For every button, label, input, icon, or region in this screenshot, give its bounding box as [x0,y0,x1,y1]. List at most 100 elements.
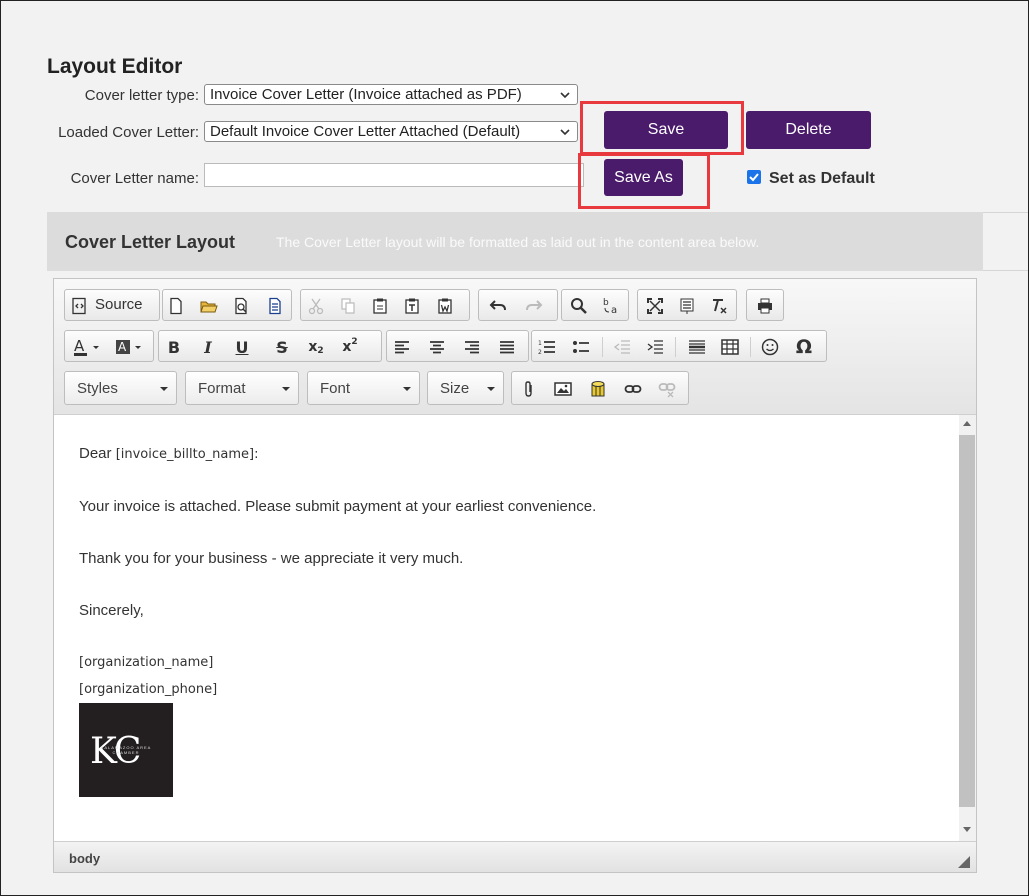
section-title: Cover Letter Layout [65,232,236,252]
scroll-down-arrow-icon[interactable] [963,827,971,832]
outdent-icon[interactable] [611,336,633,358]
cover-letter-type-select[interactable]: Invoice Cover Letter (Invoice attached a… [204,84,578,105]
redo-icon[interactable] [523,295,545,317]
copy-icon[interactable] [337,295,359,317]
signoff-line: Sincerely, [79,602,144,619]
align-right-icon[interactable] [461,336,483,358]
show-blocks-icon[interactable] [676,295,698,317]
loaded-cover-letter-select[interactable]: Default Invoice Cover Letter Attached (D… [204,121,578,142]
organization-phone-token: [organization_phone] [79,682,218,697]
preview-icon[interactable] [231,295,253,317]
print-icon[interactable] [754,295,776,317]
save-as-button[interactable]: Save As [604,159,683,196]
paste-word-icon[interactable] [434,295,456,317]
svg-text:a: a [611,305,617,315]
source-button[interactable]: Source [95,296,143,313]
page-title: Layout Editor [47,55,183,78]
section-header-spacer [983,212,1028,271]
italic-icon[interactable]: I [197,336,219,358]
find-icon[interactable] [568,295,590,317]
toolbar-group-history [478,289,558,321]
horizontal-line-icon[interactable] [686,336,708,358]
paste-icon[interactable] [369,295,391,317]
toolbar-group-view [637,289,737,321]
background-color-icon[interactable]: A [113,336,147,358]
attachment-icon[interactable] [518,378,540,400]
section-header: Cover Letter Layout The Cover Letter lay… [47,212,983,271]
table-icon[interactable] [719,336,741,358]
billto-name-token: [invoice_billto_name] [115,447,255,462]
editor-status-bar: body [54,841,976,872]
cover-letter-name-input[interactable] [204,163,584,187]
font-label: Font [320,380,351,397]
scroll-up-arrow-icon[interactable] [963,421,971,426]
dropdown-arrow-icon [403,387,411,391]
svg-text:1: 1 [538,340,542,347]
app-window: Layout Editor Cover letter type: Invoice… [0,0,1029,896]
element-path[interactable]: body [69,851,100,866]
set-default-label: Set as Default [769,170,875,187]
size-dropdown[interactable]: Size [427,371,504,405]
maximize-icon[interactable] [644,295,666,317]
toolbar-group-print [746,289,784,321]
justify-icon[interactable] [496,336,518,358]
toolbar-group-align [386,330,529,362]
delete-button[interactable]: Delete [746,111,871,149]
bulleted-list-icon[interactable] [570,336,592,358]
dropdown-arrow-icon [160,387,168,391]
smiley-icon[interactable] [759,336,781,358]
superscript-icon[interactable]: x2 [339,336,361,358]
toolbar-separator [750,337,751,357]
align-left-icon[interactable] [391,336,413,358]
database-icon[interactable] [587,378,609,400]
image-icon[interactable] [552,378,574,400]
special-character-icon[interactable]: Ω [793,336,815,358]
save-button[interactable]: Save [604,111,728,149]
styles-dropdown[interactable]: Styles [64,371,177,405]
greeting-suffix: : [254,447,259,462]
cover-letter-type-label: Cover letter type: [84,87,199,104]
remove-format-icon[interactable] [708,295,730,317]
dropdown-arrow-icon [282,387,290,391]
scrollbar-thumb[interactable] [959,435,975,807]
greeting-prefix: Dear [79,445,116,462]
replace-icon[interactable]: ba [600,295,622,317]
underline-icon[interactable]: U [231,336,253,358]
numbered-list-icon[interactable]: 12 [536,336,558,358]
svg-text:2: 2 [538,349,542,356]
toolbar-group-document: Source [64,289,160,321]
cover-letter-type-value: Invoice Cover Letter (Invoice attached a… [210,86,522,103]
toolbar-separator [675,337,676,357]
loaded-cover-letter-label: Loaded Cover Letter: [58,124,199,141]
format-dropdown[interactable]: Format [185,371,299,405]
editor-content-area[interactable]: Dear [invoice_billto_name]: Your invoice… [54,415,958,841]
strikethrough-icon[interactable]: S [271,336,293,358]
body-line-2: Thank you for your business - we appreci… [79,550,464,567]
undo-icon[interactable] [487,295,509,317]
checkmark-icon [749,173,759,182]
paste-text-icon[interactable] [401,295,423,317]
align-center-icon[interactable] [426,336,448,358]
bold-icon[interactable]: B [163,336,185,358]
cut-icon[interactable] [305,295,327,317]
organization-logo: KC KALAMAZOO AREA CHAMBER [79,703,173,797]
loaded-cover-letter-value: Default Invoice Cover Letter Attached (D… [210,123,521,140]
templates-icon[interactable] [264,295,286,317]
greeting-line: Dear [invoice_billto_name]: [79,445,258,462]
set-default-checkbox[interactable] [747,170,761,184]
font-dropdown[interactable]: Font [307,371,420,405]
chevron-down-icon [560,92,570,99]
text-color-icon[interactable]: A [71,336,105,358]
open-folder-icon[interactable] [198,295,220,317]
subscript-icon[interactable]: x2 [305,336,327,358]
unlink-icon[interactable] [656,378,678,400]
svg-text:b: b [603,298,609,308]
toolbar-group-insert [511,371,689,405]
link-icon[interactable] [622,378,644,400]
resize-handle-icon[interactable] [958,856,970,868]
new-page-icon[interactable] [165,295,187,317]
section-description: The Cover Letter layout will be formatte… [276,234,760,250]
organization-name-token: [organization_name] [79,655,214,670]
rich-text-editor: Source b a A A B I U S x 2 x 2 1 2 Ω Sty… [53,278,977,873]
indent-icon[interactable] [644,336,666,358]
